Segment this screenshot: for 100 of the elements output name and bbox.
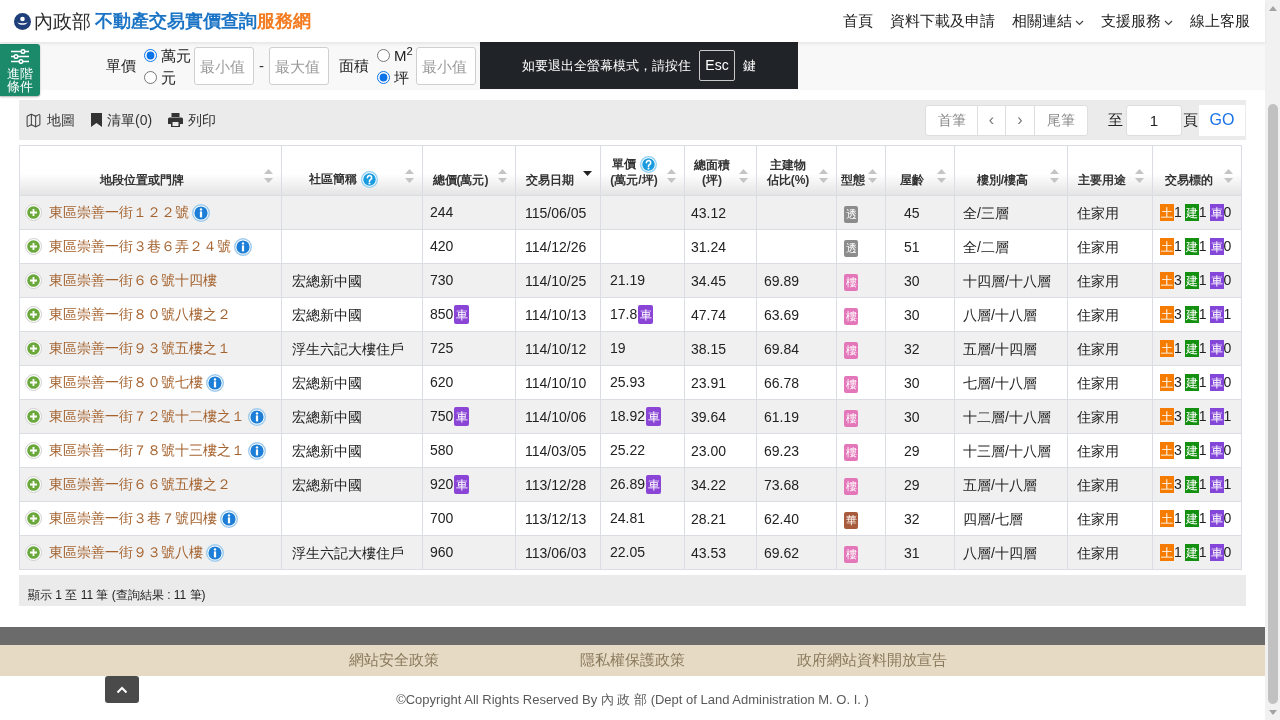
item-count: 3: [1174, 305, 1182, 324]
column-header[interactable]: 型態: [840, 173, 865, 188]
column-header[interactable]: 樓別/樓高: [976, 173, 1029, 188]
plus-circle-icon[interactable]: [25, 442, 42, 459]
transaction-item-tag: 車: [1209, 204, 1224, 221]
site-title[interactable]: 不動產交易實價查詢服務網: [95, 7, 311, 35]
last-page-button[interactable]: 尾筆: [1035, 105, 1087, 135]
go-button[interactable]: GO: [1199, 104, 1245, 136]
transaction-item-tag: 車: [1209, 272, 1224, 289]
radio-button[interactable]: [377, 48, 390, 62]
help-icon[interactable]: [361, 171, 378, 188]
unit-price: 18.92: [610, 407, 646, 426]
column-header[interactable]: 主要用途: [1077, 173, 1126, 188]
info-icon[interactable]: [220, 509, 238, 528]
nav-link[interactable]: 首頁: [843, 9, 873, 33]
total-area: 47.74: [691, 306, 727, 323]
sort-icon[interactable]: [1224, 169, 1233, 183]
sort-icon[interactable]: [498, 169, 507, 183]
info-icon[interactable]: [248, 441, 266, 460]
nav-link[interactable]: 線上客服: [1190, 9, 1250, 33]
radio-button[interactable]: [144, 70, 157, 84]
advanced-filter-button[interactable]: 進階條件: [0, 44, 40, 96]
info-icon[interactable]: [248, 407, 266, 426]
transaction-item-tag: 土: [1160, 408, 1174, 425]
range-input-field[interactable]: 最小值: [194, 47, 254, 85]
sort-icon[interactable]: [405, 169, 414, 183]
plus-circle-icon[interactable]: [25, 306, 42, 323]
range-input-field[interactable]: 最大值: [269, 47, 329, 85]
building-type-tag: 透: [844, 239, 858, 257]
plus-circle-icon[interactable]: [25, 408, 42, 425]
sort-icon[interactable]: [264, 169, 273, 183]
main-building-ratio: 69.84: [764, 340, 800, 357]
plus-circle-icon[interactable]: [25, 374, 42, 391]
sort-icon[interactable]: [1135, 169, 1144, 183]
scrollbar-thumb[interactable]: [1267, 104, 1278, 704]
plus-circle-icon[interactable]: [25, 238, 42, 255]
nav-link[interactable]: 支援服務: [1101, 9, 1173, 33]
building-age: 51: [904, 238, 920, 255]
view-option-button[interactable]: 地圖: [25, 109, 75, 131]
column-header[interactable]: 佔比(%): [766, 173, 810, 188]
column-header[interactable]: 交易標的: [1164, 173, 1213, 188]
back-to-top-button[interactable]: [105, 676, 139, 703]
info-icon[interactable]: [234, 237, 252, 256]
total-area: 28.21: [691, 510, 727, 527]
column-header[interactable]: (萬元/坪): [610, 173, 658, 188]
sort-icon[interactable]: [937, 169, 946, 183]
column-header[interactable]: 單價: [611, 157, 636, 172]
plus-circle-icon[interactable]: [25, 204, 42, 221]
radio-button[interactable]: [144, 48, 157, 62]
column-header[interactable]: 總價(萬元): [432, 173, 489, 188]
plus-circle-icon[interactable]: [25, 544, 42, 561]
nav-link[interactable]: 資料下載及申請: [890, 9, 995, 33]
transaction-item-tag: 建: [1184, 306, 1199, 323]
plus-circle-icon[interactable]: [25, 476, 42, 493]
floor-level: 四層/七層: [963, 510, 1023, 527]
help-icon[interactable]: [639, 156, 657, 173]
plus-circle-icon[interactable]: [25, 510, 42, 527]
column-header[interactable]: (坪): [702, 173, 722, 188]
main-building-ratio: 61.19: [764, 408, 800, 425]
view-option-button[interactable]: 列印: [168, 109, 217, 131]
transaction-item-tag: 土: [1160, 476, 1174, 493]
column-header[interactable]: 總面積: [694, 158, 730, 173]
item-count: 1: [1198, 475, 1207, 494]
info-icon[interactable]: [192, 203, 210, 222]
column-header[interactable]: 交易日期: [525, 173, 574, 188]
sort-icon[interactable]: [819, 169, 828, 183]
triangle-down-icon[interactable]: [1268, 710, 1277, 715]
nav-link[interactable]: 相關連結: [1012, 9, 1084, 33]
total-price: 850: [430, 305, 454, 324]
next-page-button[interactable]: ›: [1006, 105, 1035, 135]
sort-icon[interactable]: [667, 169, 676, 183]
sort-icon[interactable]: [868, 169, 877, 183]
column-header[interactable]: 地段位置或門牌: [100, 173, 184, 188]
view-option-button[interactable]: 清單(0): [91, 109, 153, 131]
triangle-up-icon[interactable]: [1268, 6, 1277, 11]
main-building-ratio: 73.68: [764, 476, 800, 493]
total-price: 750: [430, 407, 454, 426]
sort-icon[interactable]: [1050, 169, 1059, 183]
previous-page-button[interactable]: ‹: [978, 105, 1006, 135]
column-header[interactable]: 主建物: [770, 158, 806, 173]
building-age: 45: [904, 204, 920, 221]
building-type-tag: 樓: [844, 375, 858, 393]
transaction-item-tag: 車: [1209, 306, 1224, 323]
transaction-item-tag: 建: [1184, 442, 1199, 459]
item-count: 1: [1198, 407, 1207, 426]
plus-circle-icon[interactable]: [25, 272, 42, 289]
page-number-field[interactable]: 1: [1126, 104, 1182, 136]
column-header[interactable]: 社區簡稱: [309, 172, 357, 187]
radio-button[interactable]: [377, 70, 390, 84]
transaction-item-tag: 車: [1209, 238, 1224, 255]
plus-circle-icon[interactable]: [25, 340, 42, 357]
item-count: 1: [1174, 339, 1182, 358]
sort-down-icon[interactable]: [583, 171, 592, 176]
esc-key-label: Esc: [699, 50, 735, 81]
first-page-button[interactable]: 首筆: [926, 105, 978, 135]
sort-icon[interactable]: [739, 169, 748, 183]
info-icon[interactable]: [206, 543, 224, 562]
range-input-field[interactable]: 最小值: [415, 47, 476, 85]
column-header[interactable]: 屋齡: [899, 173, 924, 188]
info-icon[interactable]: [206, 373, 224, 392]
